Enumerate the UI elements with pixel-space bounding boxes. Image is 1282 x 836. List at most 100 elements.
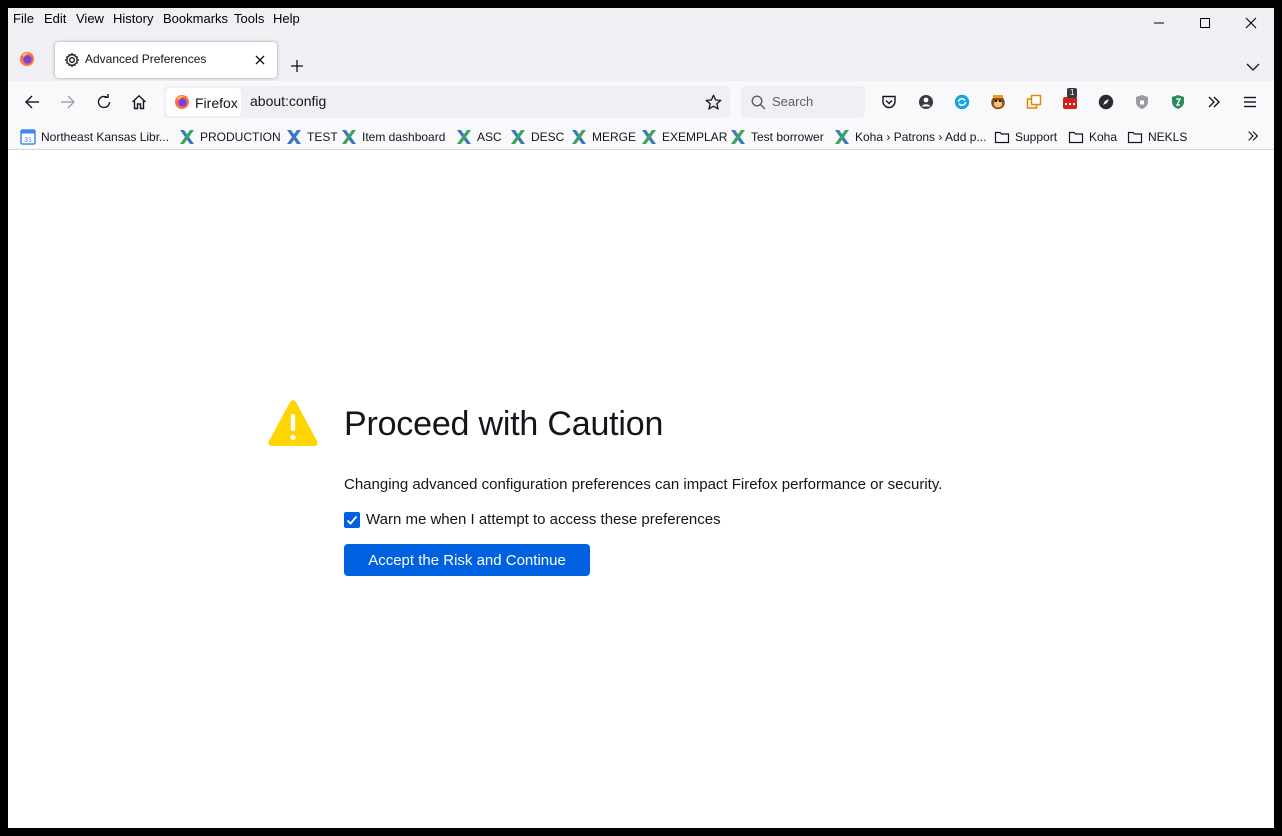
bookmark-test-borrower[interactable]: Test borrower — [730, 128, 824, 145]
koha-x-icon — [287, 129, 301, 144]
bookmark-test[interactable]: TEST — [286, 128, 338, 145]
bookmark-label: Test borrower — [751, 129, 824, 144]
folder-icon — [1068, 131, 1084, 143]
koha-x-icon — [835, 129, 849, 144]
home-icon — [132, 94, 146, 110]
warn-checkbox[interactable] — [344, 512, 360, 528]
green-shield-extension-icon[interactable] — [1170, 94, 1186, 110]
koha-x-icon — [731, 129, 745, 144]
url-bar[interactable]: Firefox about:config — [164, 86, 730, 118]
bookmark-label: MERGE — [592, 129, 637, 144]
identity-label: Firefox — [195, 95, 238, 111]
koha-x-icon — [180, 129, 194, 144]
bookmark-label: Koha — [1089, 129, 1118, 144]
calendar-icon: 31 — [20, 128, 36, 145]
page-description: Changing advanced configuration preferen… — [344, 476, 943, 493]
firefox-view-button[interactable] — [19, 51, 35, 67]
bookmark-exemplar[interactable]: EXEMPLAR — [641, 128, 727, 145]
close-icon — [1245, 17, 1257, 29]
close-tab-icon[interactable] — [255, 55, 265, 65]
bookmark-folder-koha[interactable]: Koha — [1068, 128, 1117, 145]
menu-help[interactable]: Help — [273, 11, 300, 26]
search-icon — [751, 95, 766, 110]
bookmark-star-icon[interactable] — [705, 94, 722, 111]
identity-box[interactable]: Firefox — [166, 88, 241, 116]
home-button[interactable] — [126, 89, 152, 115]
tab-strip: Advanced Preferences — [8, 30, 1274, 81]
monkey-extension-icon[interactable] — [990, 94, 1006, 110]
bookmark-label: Northeast Kansas Libr... — [41, 129, 170, 144]
checkmark-icon — [346, 515, 358, 525]
firefox-logo-icon — [20, 52, 34, 66]
navigation-toolbar: Firefox about:config Search 1 — [8, 81, 1274, 123]
gear-icon — [64, 52, 80, 68]
koha-x-icon — [457, 129, 471, 144]
menu-bar: File Edit View History Bookmarks Tools H… — [8, 8, 1274, 30]
tab-title: Advanced Preferences — [85, 52, 207, 66]
hamburger-menu-icon[interactable] — [1242, 94, 1258, 110]
menu-file[interactable]: File — [13, 11, 34, 26]
bookmark-label: PRODUCTION — [200, 129, 281, 144]
koha-x-icon — [642, 129, 656, 144]
pocket-icon[interactable] — [881, 94, 897, 110]
warning-icon — [268, 400, 318, 446]
bookmark-label: Item dashboard — [362, 129, 446, 144]
minimize-icon — [1154, 22, 1164, 24]
bookmark-label: DESC — [531, 129, 565, 144]
bookmark-label: Support — [1015, 129, 1058, 144]
bookmark-merge[interactable]: MERGE — [571, 128, 636, 145]
bookmark-northeast-kansas[interactable]: 31 Northeast Kansas Libr... — [20, 128, 169, 145]
overflow-menu-icon[interactable] — [1206, 94, 1222, 110]
compass-extension-icon[interactable] — [1098, 94, 1114, 110]
forward-button[interactable] — [55, 89, 81, 115]
account-icon[interactable] — [918, 94, 934, 110]
maximize-icon — [1200, 18, 1210, 28]
bookmark-label: NEKLS — [1148, 129, 1188, 144]
badge-extension-button[interactable]: 1 — [1062, 88, 1078, 110]
menu-edit[interactable]: Edit — [44, 11, 66, 26]
search-placeholder: Search — [772, 94, 814, 109]
bookmark-desc[interactable]: DESC — [510, 128, 564, 145]
menu-view[interactable]: View — [76, 11, 104, 26]
menu-history[interactable]: History — [113, 11, 153, 26]
browser-window: File Edit View History Bookmarks Tools H… — [8, 8, 1274, 828]
list-all-tabs-button[interactable] — [1246, 60, 1260, 71]
arrow-right-icon — [61, 95, 75, 109]
bookmarks-toolbar: 31 Northeast Kansas Libr... PRODUCTION T… — [8, 123, 1274, 150]
plus-icon — [291, 60, 303, 72]
folder-icon — [994, 131, 1010, 143]
bookmark-koha-patrons[interactable]: Koha › Patrons › Add p... — [834, 128, 986, 145]
shield-extension-icon[interactable] — [1134, 94, 1150, 110]
page-title: Proceed with Caution — [344, 405, 664, 443]
svg-text:31: 31 — [24, 137, 32, 144]
menu-bookmarks[interactable]: Bookmarks — [163, 11, 228, 26]
bookmark-folder-support[interactable]: Support — [994, 128, 1057, 145]
bookmarks-overflow-icon[interactable] — [1246, 129, 1260, 143]
folder-icon — [1127, 131, 1143, 143]
firefox-logo-icon — [175, 95, 189, 109]
bookmark-asc[interactable]: ASC — [456, 128, 502, 145]
accept-risk-button[interactable]: Accept the Risk and Continue — [344, 544, 590, 576]
reload-icon — [97, 94, 111, 109]
tab-advanced-preferences[interactable]: Advanced Preferences — [55, 42, 277, 78]
menu-tools[interactable]: Tools — [234, 11, 264, 26]
bookmark-folder-nekls[interactable]: NEKLS — [1127, 128, 1187, 145]
bookmark-label: Koha › Patrons › Add p... — [855, 129, 987, 144]
warn-checkbox-label[interactable]: Warn me when I attempt to access these p… — [366, 511, 721, 528]
reload-button[interactable] — [91, 89, 117, 115]
search-bar[interactable]: Search — [741, 86, 865, 118]
extension-badge-count: 1 — [1067, 88, 1078, 98]
page-content: Proceed with Caution Changing advanced c… — [8, 150, 1274, 828]
multi-window-extension-icon[interactable] — [1026, 94, 1042, 110]
chevron-down-icon — [1246, 63, 1260, 71]
new-tab-button[interactable] — [290, 59, 304, 73]
bookmark-label: ASC — [477, 129, 502, 144]
bookmark-item-dashboard[interactable]: Item dashboard — [341, 128, 445, 145]
koha-x-icon — [511, 129, 525, 144]
koha-x-icon — [342, 129, 356, 144]
sync-extension-icon[interactable] — [954, 94, 970, 110]
bookmark-label: TEST — [307, 129, 338, 144]
url-input[interactable]: about:config — [250, 93, 326, 109]
bookmark-production[interactable]: PRODUCTION — [179, 128, 281, 145]
back-button[interactable] — [19, 89, 45, 115]
